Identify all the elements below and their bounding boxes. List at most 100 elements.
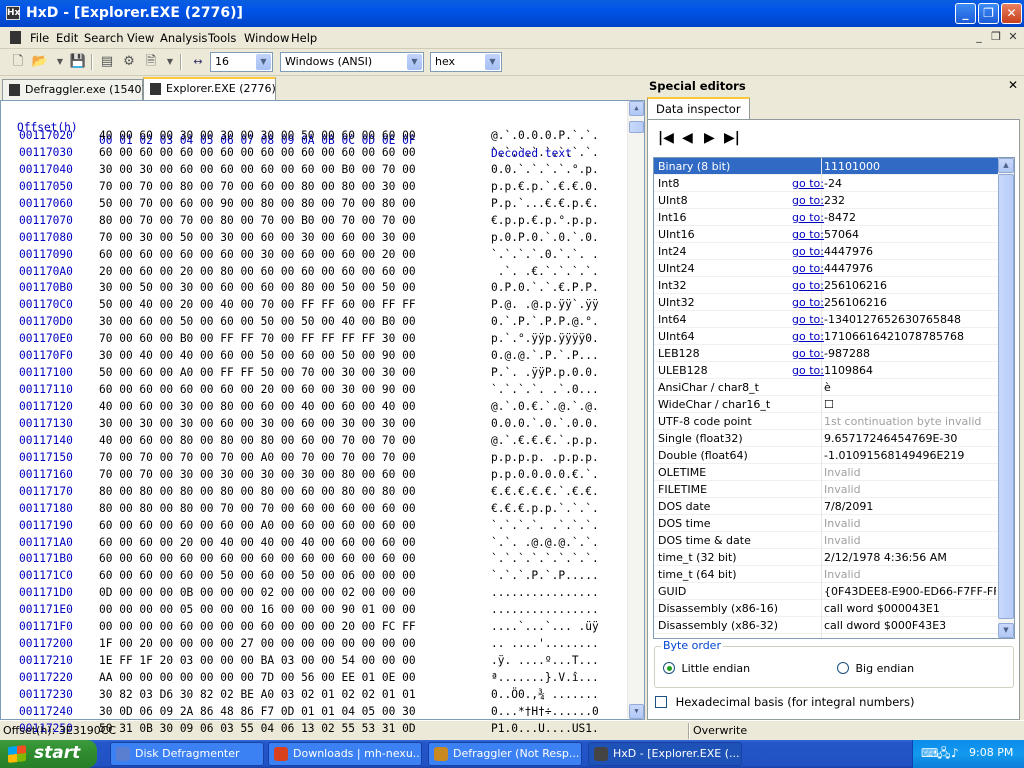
row-hex-bytes[interactable]: 30 00 30 00 30 00 60 00 30 00 60 00 30 0… [99,417,416,430]
inspector-row[interactable]: WideChar / char16_t ☐ [654,396,999,413]
inspector-row[interactable]: UInt24 go to: 4447976 [654,260,999,277]
go-to-link[interactable]: go to: [792,330,824,343]
properties-dropdown-icon[interactable]: ▼ [160,53,180,71]
go-to-link[interactable]: go to: [792,194,824,207]
go-to-link[interactable]: go to: [792,245,824,258]
menu-tools[interactable]: Tools [208,31,236,45]
row-hex-bytes[interactable]: 1F 00 20 00 00 00 00 27 00 00 00 00 00 0… [99,637,416,650]
row-decoded-text[interactable]: ....`...`... .üÿ [491,620,599,633]
inspector-row[interactable]: Int24 go to: 4447976 [654,243,999,260]
network-icon[interactable]: 🖧 [937,746,951,760]
row-decoded-text[interactable]: p.p.€.p.`.€.€.0. [491,180,599,193]
new-file-icon[interactable]: 🗋 [8,53,28,71]
inspector-value[interactable]: 9.65717246454769E-30 [824,432,996,445]
row-decoded-text[interactable]: 0.P.0.`.`.€.P.P. [491,281,599,294]
row-decoded-text[interactable]: p.`.°.ÿÿp.ÿÿÿÿ0. [491,332,599,345]
bytes-per-row-select[interactable]: 16 ▼ [210,52,273,72]
tab-explorer[interactable]: Explorer.EXE (2776) [143,77,276,100]
mdi-restore-icon[interactable]: ❐ [989,30,1003,43]
save-icon[interactable]: 💾 [68,53,88,71]
inspector-value[interactable]: call word $000043E1 [824,602,996,615]
row-decoded-text[interactable]: ................ [491,586,599,599]
charset-select[interactable]: Windows (ANSI) ▼ [280,52,424,72]
chevron-down-icon[interactable]: ▼ [407,54,422,70]
task-defraggler[interactable]: Defraggler (Not Resp... [428,742,582,766]
menu-window[interactable]: Window [244,31,289,45]
mdi-close-icon[interactable]: ✕ [1006,30,1020,43]
row-decoded-text[interactable]: `.`.`.`.`.`.`.`. [491,146,599,159]
row-hex-bytes[interactable]: 30 00 40 00 40 00 60 00 50 00 60 00 50 0… [99,349,416,362]
inspector-value[interactable]: call dword $000F43E3 [824,619,996,632]
menu-help[interactable]: Help [291,31,317,45]
go-to-link[interactable]: go to: [792,296,824,309]
row-decoded-text[interactable]: €.€.€.p.p.`.`.`. [491,502,599,515]
row-decoded-text[interactable]: `.`. .@.@.@.`.`. [491,536,599,549]
row-hex-bytes[interactable]: 70 00 60 00 B0 00 FF FF 70 00 FF FF FF F… [99,332,416,345]
inspector-value[interactable]: 2/12/1978 4:36:56 AM [824,551,996,564]
row-hex-bytes[interactable]: 80 00 70 00 70 00 80 00 70 00 B0 00 70 0… [99,214,416,227]
inspector-value[interactable]: {0F43DEE8-E900-ED66-F7FF-FF75 [824,585,996,598]
row-hex-bytes[interactable]: AA 00 00 00 00 00 00 00 7D 00 56 00 EE 0… [99,671,416,684]
checkbox-icon[interactable] [655,696,667,708]
inspector-row[interactable]: Int8 go to: -24 [654,175,999,192]
row-hex-bytes[interactable]: 30 82 03 D6 30 82 02 BE A0 03 02 01 02 0… [99,688,416,701]
inspector-value[interactable]: 7/8/2091 [824,500,996,513]
inspector-row[interactable]: Disassembly (x86-32) call dword $000F43E3 [654,617,999,634]
inspector-row[interactable]: LEB128 go to: -987288 [654,345,999,362]
row-hex-bytes[interactable]: 00 00 00 00 60 00 00 00 60 00 00 00 20 0… [99,620,416,633]
inspector-row[interactable]: Binary (8 bit) 11101000 [654,158,999,175]
minimize-button[interactable]: _ [955,3,976,24]
go-to-link[interactable]: go to: [792,313,824,326]
row-decoded-text[interactable]: `.`.`.`.0.`.`. . [491,248,599,261]
grid-scrollbar[interactable]: ▲ ▼ [998,158,1014,638]
inspector-value[interactable]: -1340127652630765848 [824,313,996,326]
row-hex-bytes[interactable]: 30 00 50 00 30 00 60 00 60 00 80 00 50 0… [99,281,416,294]
row-hex-bytes[interactable]: 00 00 00 00 05 00 00 00 16 00 00 00 90 0… [99,603,416,616]
inspector-row[interactable]: Int64 go to: -1340127652630765848 [654,311,999,328]
document-menu-icon[interactable] [10,31,21,44]
menu-view[interactable]: View [127,31,154,45]
inspector-value[interactable]: 4447976 [824,245,996,258]
menu-edit[interactable]: Edit [56,31,78,45]
row-hex-bytes[interactable]: 60 00 60 00 60 00 60 00 A0 00 60 00 60 0… [99,519,416,532]
inspector-row[interactable]: ULEB128 go to: 1109864 [654,362,999,379]
row-decoded-text[interactable]: `.`.`.`.`.`.`.`. [491,552,599,565]
inspector-value[interactable]: 57064 [824,228,996,241]
row-decoded-text[interactable]: €.p.p.€.p.°.p.p. [491,214,599,227]
row-hex-bytes[interactable]: 70 00 70 00 30 00 30 00 30 00 30 00 80 0… [99,468,416,481]
inspector-value[interactable]: Invalid [824,517,996,530]
row-decoded-text[interactable]: p.p.p.p. .p.p.p. [491,451,599,464]
inspector-value[interactable]: 4447976 [824,262,996,275]
row-decoded-text[interactable]: `.`.`.P.`.P..... [491,569,599,582]
task-disk-defragmenter[interactable]: Disk Defragmenter [110,742,264,766]
inspector-row[interactable]: AnsiChar / char8_t è [654,379,999,396]
row-decoded-text[interactable]: €.€.€.€.€.`.€.€. [491,485,599,498]
row-decoded-text[interactable]: 0.0.`.`.`.`.°.p. [491,163,599,176]
inspector-value[interactable]: call dword $000F43E3 [824,636,996,638]
close-icon[interactable]: ✕ [1008,78,1018,92]
chevron-down-icon[interactable]: ▼ [256,54,271,70]
scroll-down-icon[interactable]: ▼ [998,623,1014,638]
hex-basis-checkbox[interactable]: Hexadecimal basis (for integral numbers) [655,695,915,709]
row-hex-bytes[interactable]: 40 00 60 00 30 00 30 00 30 00 50 00 60 0… [99,129,416,142]
row-decoded-text[interactable]: .`. .€.`.`.`.`. [491,265,599,278]
inspector-row[interactable]: Double (float64) -1.01091568149496E219 [654,447,999,464]
radio-selected-icon[interactable] [663,662,675,674]
row-hex-bytes[interactable]: 30 0D 06 09 2A 86 48 86 F7 0D 01 01 04 0… [99,705,416,718]
inspector-value[interactable]: ☐ [824,398,996,411]
chevron-down-icon[interactable]: ▼ [485,54,500,70]
inspector-row[interactable]: GUID {0F43DEE8-E900-ED66-F7FF-FF75 [654,583,999,600]
inspector-row[interactable]: Int16 go to: -8472 [654,209,999,226]
inspector-value[interactable]: 11101000 [824,160,996,173]
inspector-value[interactable]: Invalid [824,466,996,479]
inspector-value[interactable]: -987288 [824,347,996,360]
go-to-link[interactable]: go to: [792,211,824,224]
inspector-row[interactable]: UInt64 go to: 17106616421078785768 [654,328,999,345]
row-decoded-text[interactable]: @.`.0.0.0.P.`.`. [491,129,599,142]
hex-editor[interactable]: Offset(h) 00 01 02 03 04 05 06 07 08 09 … [0,100,645,752]
inspector-row[interactable]: UTF-8 code point 1st continuation byte in… [654,413,999,430]
previous-icon[interactable]: ◀ [682,130,693,146]
inspector-value[interactable]: 256106216 [824,296,996,309]
task-hxd[interactable]: HxD - [Explorer.EXE (... [588,742,742,766]
inspector-row[interactable]: Int32 go to: 256106216 [654,277,999,294]
